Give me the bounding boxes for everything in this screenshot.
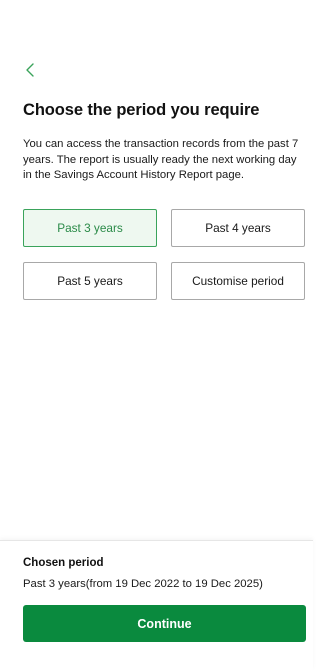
chosen-period-value: Past 3 years(from 19 Dec 2022 to 19 Dec … xyxy=(23,578,263,590)
option-customise-period[interactable]: Customise period xyxy=(171,262,305,300)
chosen-period-label: Chosen period xyxy=(23,557,104,569)
chevron-left-icon xyxy=(26,63,34,77)
period-description: You can access the transaction records f… xyxy=(23,138,299,181)
back-button[interactable] xyxy=(18,58,42,82)
page-title: Choose the period you require xyxy=(23,101,260,119)
option-past-3-years[interactable]: Past 3 years xyxy=(23,209,157,247)
continue-button[interactable]: Continue xyxy=(23,605,306,642)
period-selection-page: Choose the period you require You can ac… xyxy=(0,0,313,670)
option-past-5-years[interactable]: Past 5 years xyxy=(23,262,157,300)
footer-panel: Chosen period Past 3 years(from 19 Dec 2… xyxy=(0,540,313,670)
option-past-4-years[interactable]: Past 4 years xyxy=(171,209,305,247)
